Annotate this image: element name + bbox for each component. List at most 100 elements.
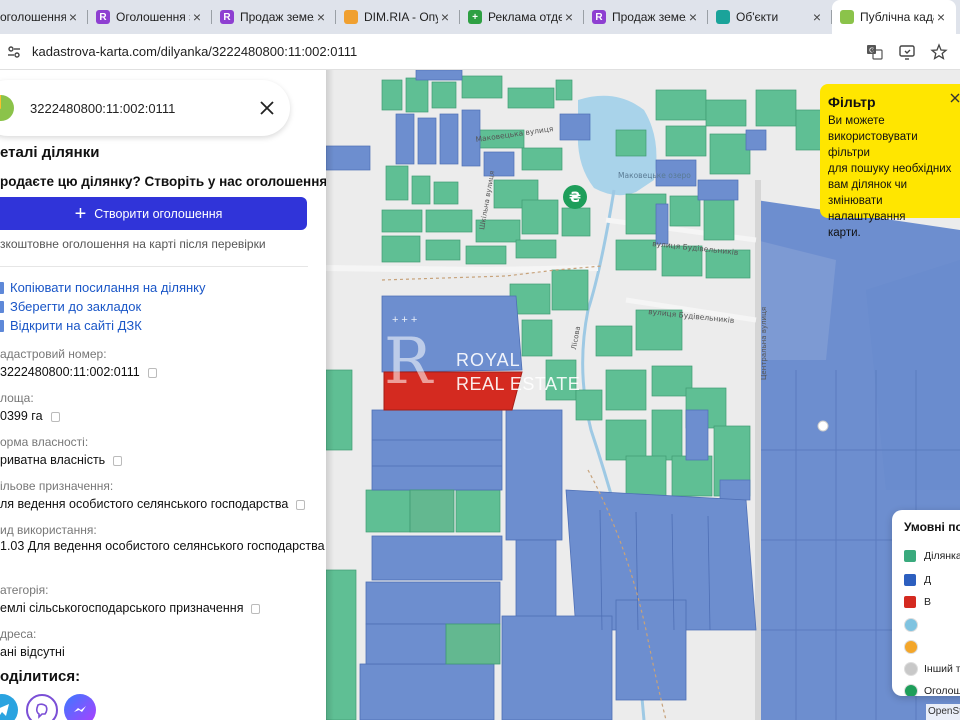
close-icon[interactable]	[258, 99, 276, 117]
field-label-address: дреса:	[0, 627, 37, 641]
create-listing-button[interactable]: + Створити оголошення	[0, 197, 307, 230]
favicon-icon	[840, 10, 854, 24]
legend-row[interactable]	[904, 618, 924, 632]
street-label: Центральна вулиця	[760, 307, 768, 380]
field-value-ownership: риватна власність	[0, 453, 123, 467]
browser-tab[interactable]: R Продаж земел ×	[212, 0, 336, 34]
legend-row[interactable]: Інший т	[904, 662, 960, 676]
legend-row[interactable]: Ділянка с	[904, 550, 960, 562]
legend-swatch	[904, 574, 916, 586]
divider	[0, 266, 308, 267]
legend-label: Д	[924, 574, 932, 586]
field-value-category: емлі сільськогосподарського призначення	[0, 601, 261, 615]
field-label-usage: ид використання:	[0, 523, 97, 537]
legend-row[interactable]: В	[904, 596, 931, 608]
legend-row[interactable]: Д	[904, 574, 931, 586]
lake-label: Маковецьке озеро	[618, 171, 691, 180]
browser-tab[interactable]: + Реклама отдел×	[460, 0, 584, 34]
close-tab-icon[interactable]: ×	[686, 9, 700, 25]
tab-title: Публічна када	[860, 10, 934, 24]
viber-share-icon[interactable]	[26, 694, 58, 720]
tab-title: Об'єкти	[736, 10, 779, 24]
parcel-search-box[interactable]: 3222480800:11:002:0111	[0, 80, 290, 136]
parcel-details-panel: 3222480800:11:002:0111 еталі ділянки род…	[0, 70, 326, 720]
cast-icon[interactable]	[898, 43, 916, 61]
copy-icon[interactable]	[296, 499, 306, 510]
copy-icon[interactable]	[50, 411, 60, 422]
tab-title: оголошення С	[0, 10, 66, 24]
external-link-icon	[0, 320, 4, 332]
telegram-share-icon[interactable]	[0, 694, 18, 720]
map-point[interactable]	[817, 420, 829, 432]
legend-label: Оголош	[924, 685, 960, 696]
tab-title: Продаж земел	[240, 10, 314, 24]
close-tab-icon[interactable]: ×	[934, 9, 948, 25]
field-value-usage: 1.03 Для ведення особистого селянського …	[0, 539, 325, 553]
copy-icon[interactable]	[147, 367, 157, 378]
field-label-cadastral: адастровий номер:	[0, 347, 107, 361]
legend-swatch	[904, 550, 916, 562]
legend-marker-icon	[904, 662, 918, 676]
link-icon	[0, 282, 4, 294]
close-tab-icon[interactable]: ×	[66, 9, 80, 25]
plus-icon: +	[74, 202, 87, 225]
browser-tab[interactable]: Об'єкти ×	[708, 0, 832, 34]
tab-title: DIM.RIA - Опуб	[364, 10, 438, 24]
legend-label: В	[924, 596, 932, 608]
legend-row[interactable]: Оголош	[904, 684, 960, 696]
favicon-icon: R	[592, 10, 606, 24]
search-value[interactable]: 3222480800:11:002:0111	[30, 101, 175, 116]
legend-label: Інший т	[924, 663, 960, 675]
open-dzk-link[interactable]: Відкрити на сайті ДЗК	[10, 318, 142, 333]
legend-marker-icon	[904, 640, 918, 654]
bookmark-star-icon[interactable]	[930, 42, 948, 61]
panel-shadow	[326, 70, 334, 720]
royal-watermark: +++ R ROYAL REAL ESTATE	[384, 314, 581, 399]
close-tab-icon[interactable]: ×	[810, 9, 824, 25]
legend-row[interactable]	[904, 640, 924, 654]
messenger-share-icon[interactable]	[64, 694, 96, 720]
tab-title: Продаж земел	[612, 10, 686, 24]
filter-title: Фільтр	[828, 94, 876, 110]
site-info-icon[interactable]	[6, 44, 22, 60]
close-icon[interactable]	[950, 92, 960, 106]
site-logo	[0, 95, 14, 121]
field-label-area: лоща:	[0, 391, 34, 405]
sell-prompt: родаєте цю ділянку? Створіть у нас оголо…	[0, 174, 326, 189]
url-field[interactable]: kadastrova-karta.com/dilyanka/3222480800…	[32, 44, 866, 59]
favicon-icon: R	[220, 10, 234, 24]
close-tab-icon[interactable]: ×	[314, 9, 328, 25]
close-tab-icon[interactable]: ×	[438, 9, 452, 25]
free-listing-note: зкоштовне оголошення на карті після пере…	[0, 237, 266, 251]
field-label-ownership: орма власності:	[0, 435, 89, 449]
create-listing-label: Створити оголошення	[94, 206, 223, 221]
browser-tab-strip: оголошення С×RОголошення з×RПродаж земел…	[0, 0, 960, 34]
tab-title: Реклама отдел	[488, 10, 562, 24]
map-legend[interactable]: Умовні поз Ділянка с ДВ Інший т Оголош	[892, 510, 960, 696]
details-heading: еталі ділянки	[0, 144, 100, 161]
filter-tooltip[interactable]: Фільтр Ви можете використовувати фільтри…	[820, 84, 960, 239]
favicon-icon	[716, 10, 730, 24]
browser-tab[interactable]: оголошення С×	[0, 0, 88, 34]
copy-icon[interactable]	[113, 455, 123, 466]
legend-marker-icon	[904, 618, 918, 632]
bookmark-icon	[0, 301, 4, 313]
map-attribution[interactable]: OpenSt	[926, 704, 960, 720]
close-tab-icon[interactable]: ×	[190, 9, 204, 25]
translate-icon[interactable]: G	[866, 43, 884, 61]
browser-tab[interactable]: Публічна када ×	[832, 0, 956, 34]
browser-tab[interactable]: R Продаж земел ×	[584, 0, 708, 34]
browser-tab[interactable]: R Оголошення з ×	[88, 0, 212, 34]
copy-icon[interactable]	[251, 603, 261, 614]
field-label-purpose: ільове призначення:	[0, 479, 114, 493]
favicon-icon	[344, 10, 358, 24]
field-value-purpose: ля ведення особистого селянського господ…	[0, 497, 306, 511]
browser-tab[interactable]: DIM.RIA - Опуб×	[336, 0, 460, 34]
legend-marker-icon	[904, 684, 918, 696]
close-tab-icon[interactable]: ×	[562, 9, 576, 25]
field-label-category: атегорія:	[0, 583, 49, 597]
copy-link[interactable]: Копіювати посилання на ділянку	[10, 280, 206, 295]
field-value-area: 0399 га	[0, 409, 60, 423]
parcel-block[interactable]	[756, 240, 836, 360]
save-bookmark-link[interactable]: Зберегти до закладок	[10, 299, 141, 314]
